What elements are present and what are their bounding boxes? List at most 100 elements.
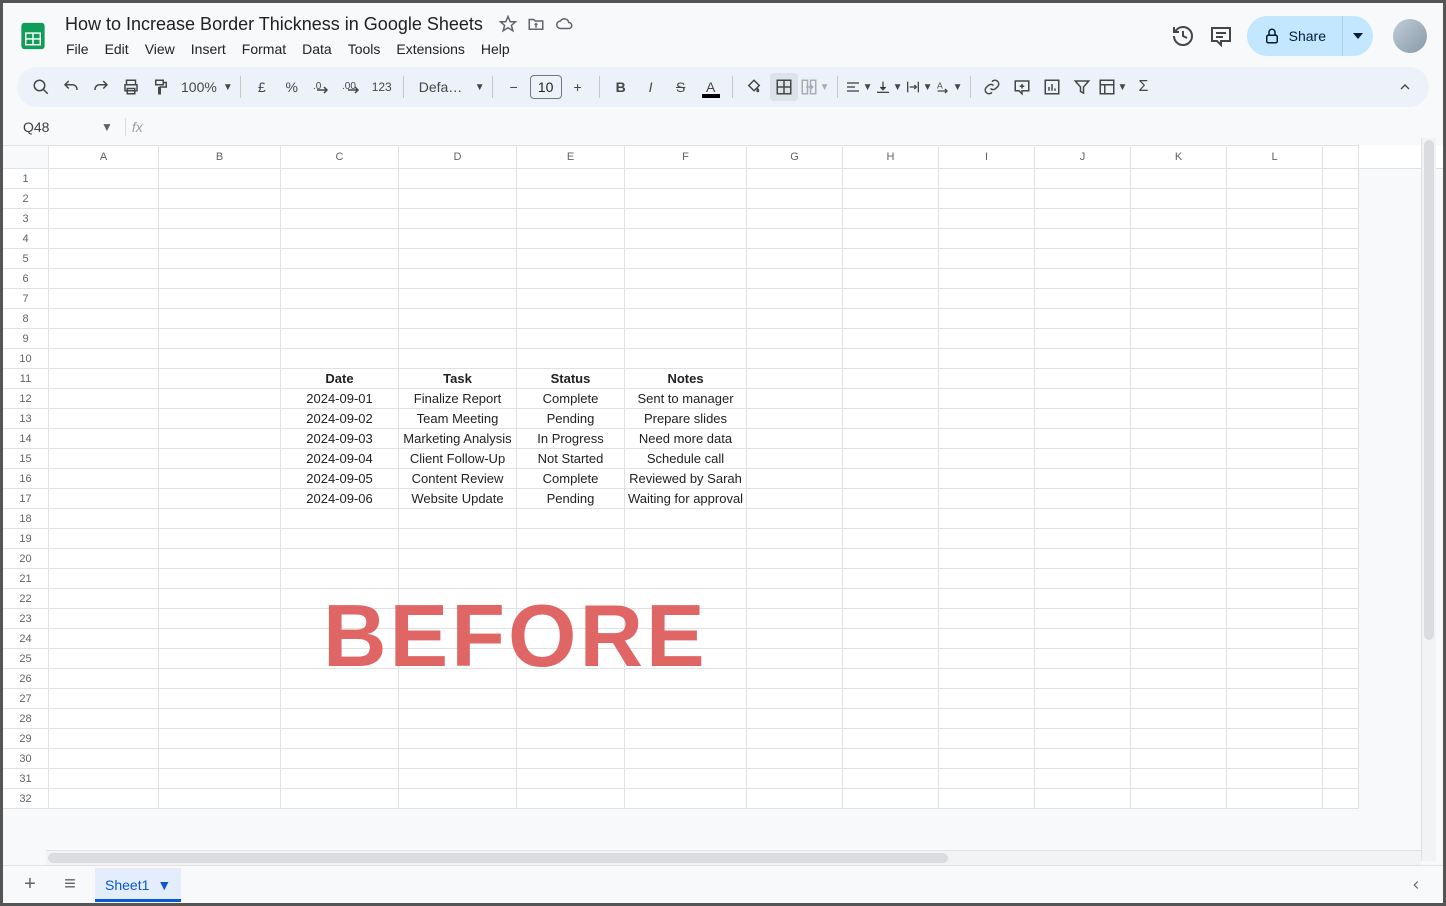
row-header[interactable]: 23	[3, 609, 49, 629]
cell[interactable]	[747, 749, 843, 769]
cell[interactable]	[49, 349, 159, 369]
cell[interactable]	[625, 749, 747, 769]
cell[interactable]	[1323, 169, 1359, 189]
cell[interactable]	[625, 249, 747, 269]
cell[interactable]	[939, 669, 1035, 689]
cell[interactable]	[843, 489, 939, 509]
cell[interactable]	[281, 569, 399, 589]
cell[interactable]	[399, 289, 517, 309]
cell[interactable]	[281, 349, 399, 369]
cell[interactable]	[399, 729, 517, 749]
cell[interactable]	[1035, 709, 1131, 729]
cell[interactable]	[159, 509, 281, 529]
cell[interactable]	[1227, 169, 1323, 189]
cell[interactable]	[747, 229, 843, 249]
cell[interactable]	[843, 289, 939, 309]
cell[interactable]	[1227, 469, 1323, 489]
cell[interactable]	[399, 529, 517, 549]
cell[interactable]	[939, 729, 1035, 749]
cell[interactable]	[1227, 709, 1323, 729]
cell[interactable]	[1035, 249, 1131, 269]
cell[interactable]	[1323, 469, 1359, 489]
cell[interactable]	[625, 189, 747, 209]
cell[interactable]	[517, 169, 625, 189]
cell[interactable]	[1035, 189, 1131, 209]
cell[interactable]: 2024-09-05	[281, 469, 399, 489]
cell[interactable]	[517, 569, 625, 589]
cell[interactable]	[1227, 589, 1323, 609]
cell[interactable]	[399, 689, 517, 709]
cell[interactable]: In Progress	[517, 429, 625, 449]
text-rotation-button[interactable]: A▼	[935, 73, 963, 101]
cell[interactable]	[843, 409, 939, 429]
cell[interactable]	[49, 289, 159, 309]
cell[interactable]	[1227, 649, 1323, 669]
cell[interactable]	[939, 289, 1035, 309]
cell[interactable]: Status	[517, 369, 625, 389]
col-header[interactable]: I	[939, 145, 1035, 168]
cell[interactable]	[1227, 629, 1323, 649]
name-box-dropdown[interactable]: ▼	[95, 120, 119, 134]
cell[interactable]	[281, 669, 399, 689]
cell[interactable]	[281, 689, 399, 709]
cell[interactable]	[1035, 529, 1131, 549]
cell[interactable]	[625, 229, 747, 249]
cell[interactable]	[399, 349, 517, 369]
cell[interactable]	[399, 629, 517, 649]
cell[interactable]	[1131, 509, 1227, 529]
cell[interactable]	[517, 629, 625, 649]
cell[interactable]	[747, 289, 843, 309]
vertical-scrollbar[interactable]	[1421, 138, 1436, 861]
cell[interactable]	[1131, 409, 1227, 429]
cell[interactable]	[281, 709, 399, 729]
cell[interactable]	[49, 789, 159, 809]
cell[interactable]	[49, 629, 159, 649]
cell[interactable]	[1227, 489, 1323, 509]
cell[interactable]	[939, 229, 1035, 249]
cell[interactable]	[1323, 229, 1359, 249]
cell[interactable]	[939, 709, 1035, 729]
cell[interactable]	[1131, 549, 1227, 569]
cell[interactable]	[939, 349, 1035, 369]
cell[interactable]	[843, 769, 939, 789]
cell[interactable]	[747, 729, 843, 749]
cell[interactable]	[1323, 629, 1359, 649]
cell[interactable]	[281, 769, 399, 789]
name-box[interactable]: Q48	[17, 119, 95, 135]
cell[interactable]	[1131, 249, 1227, 269]
cell[interactable]	[939, 369, 1035, 389]
cell[interactable]	[939, 189, 1035, 209]
cell[interactable]	[1131, 389, 1227, 409]
cell[interactable]	[625, 529, 747, 549]
strikethrough-button[interactable]: S	[667, 73, 695, 101]
cell[interactable]: Not Started	[517, 449, 625, 469]
cell[interactable]	[49, 589, 159, 609]
row-header[interactable]: 15	[3, 449, 49, 469]
row-header[interactable]: 20	[3, 549, 49, 569]
row-header[interactable]: 6	[3, 269, 49, 289]
all-sheets-button[interactable]: ≡	[55, 870, 85, 900]
cell[interactable]	[1131, 189, 1227, 209]
cell[interactable]	[939, 589, 1035, 609]
sheets-logo-icon[interactable]	[13, 16, 53, 56]
cell[interactable]	[281, 729, 399, 749]
history-icon[interactable]	[1171, 24, 1195, 48]
cell[interactable]	[843, 469, 939, 489]
row-header[interactable]: 27	[3, 689, 49, 709]
cell[interactable]	[747, 489, 843, 509]
text-wrap-button[interactable]: ▼	[905, 73, 933, 101]
cell[interactable]	[159, 569, 281, 589]
row-header[interactable]: 14	[3, 429, 49, 449]
cell[interactable]	[1323, 449, 1359, 469]
cell[interactable]	[843, 209, 939, 229]
cell[interactable]	[1035, 589, 1131, 609]
cell[interactable]	[1323, 529, 1359, 549]
cell[interactable]	[159, 269, 281, 289]
cell[interactable]	[625, 689, 747, 709]
cell[interactable]	[939, 609, 1035, 629]
row-header[interactable]: 8	[3, 309, 49, 329]
horizontal-align-button[interactable]: ▼	[845, 73, 873, 101]
cell[interactable]	[399, 169, 517, 189]
cell[interactable]	[517, 329, 625, 349]
cell[interactable]	[939, 409, 1035, 429]
